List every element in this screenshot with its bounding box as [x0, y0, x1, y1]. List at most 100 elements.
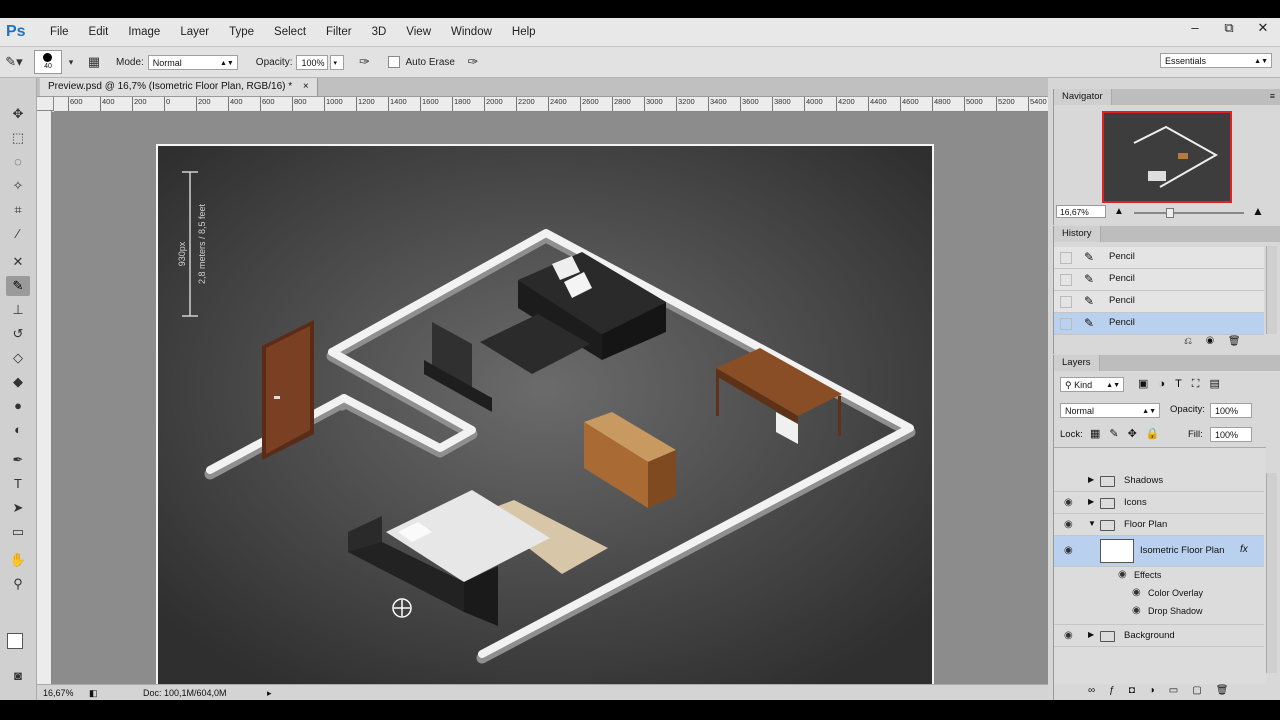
- eye-icon[interactable]: ◉: [1064, 497, 1073, 508]
- pressure-size-icon[interactable]: ✑: [463, 52, 483, 72]
- layer-opacity-input[interactable]: 100%: [1210, 403, 1252, 418]
- camera-snapshot-icon[interactable]: ◉: [1206, 336, 1228, 347]
- navigator-slider-handle[interactable]: [1166, 208, 1174, 218]
- rectangle-tool-icon[interactable]: ▭: [6, 522, 30, 542]
- new-layer-icon[interactable]: ▢: [1192, 685, 1215, 696]
- move-tool-icon[interactable]: ✥: [6, 104, 30, 124]
- path-select-tool-icon[interactable]: ➤: [6, 498, 30, 518]
- menu-window[interactable]: Window: [441, 18, 502, 46]
- healing-tool-icon[interactable]: ✕: [6, 252, 30, 272]
- eraser-tool-icon[interactable]: ◇: [6, 348, 30, 368]
- quick-mask-icon[interactable]: ◙: [6, 666, 30, 686]
- menu-select[interactable]: Select: [264, 18, 316, 46]
- navigator-tab[interactable]: Navigator: [1054, 89, 1112, 105]
- navigator-preview[interactable]: [1102, 111, 1232, 203]
- layers-tab[interactable]: Layers: [1054, 355, 1100, 371]
- navigator-zoom-slider[interactable]: [1134, 212, 1244, 214]
- crop-tool-icon[interactable]: ⌗: [6, 200, 30, 220]
- pressure-opacity-icon[interactable]: ✑: [354, 52, 374, 72]
- menu-filter[interactable]: Filter: [316, 18, 362, 46]
- status-info-icon[interactable]: ◧: [89, 685, 98, 700]
- menu-3d[interactable]: 3D: [362, 18, 397, 46]
- history-scrollbar[interactable]: [1266, 246, 1277, 334]
- quick-select-tool-icon[interactable]: ✧: [6, 176, 30, 196]
- add-style-icon[interactable]: ƒ: [1109, 685, 1129, 696]
- eye-icon[interactable]: ◉: [1064, 630, 1073, 641]
- eye-icon[interactable]: ◉: [1064, 519, 1073, 530]
- brush-preset-picker[interactable]: 40: [34, 50, 62, 74]
- new-group-icon[interactable]: ▭: [1169, 685, 1192, 696]
- layer-group-icons[interactable]: ◉ ▶ Icons: [1054, 492, 1264, 514]
- status-menu-arrow-icon[interactable]: ▸: [267, 685, 272, 700]
- fx-badge[interactable]: fx: [1240, 544, 1248, 555]
- layer-group-background[interactable]: ◉ ▶ Background: [1054, 624, 1264, 647]
- history-item[interactable]: ✎ Pencil: [1054, 291, 1264, 313]
- smart-object-filter-icon[interactable]: ▤: [1210, 378, 1230, 390]
- lock-position-icon[interactable]: ✥: [1128, 428, 1146, 440]
- adjustment-filter-icon[interactable]: ◑: [1158, 378, 1175, 390]
- horizontal-ruler[interactable]: 600 400 200 0 200 400 600 800 1000 1200 1400 1600 18…: [54, 97, 1048, 112]
- lock-transparent-icon[interactable]: ▦: [1090, 428, 1109, 440]
- panel-menu-icon[interactable]: ≡: [1270, 91, 1275, 101]
- menu-help[interactable]: Help: [502, 18, 546, 46]
- effect-drop-shadow-row[interactable]: ◉ Drop Shadow: [1054, 603, 1264, 621]
- new-document-from-state-icon[interactable]: ⎌: [1184, 336, 1206, 347]
- shape-filter-icon[interactable]: ⛶: [1192, 378, 1210, 390]
- paint-bucket-tool-icon[interactable]: ◆: [6, 372, 30, 392]
- fill-input[interactable]: 100%: [1210, 427, 1252, 442]
- eyedropper-tool-icon[interactable]: ⁄: [6, 224, 30, 244]
- blur-tool-icon[interactable]: ●: [6, 396, 30, 416]
- pen-tool-icon[interactable]: ✒: [6, 450, 30, 470]
- history-item[interactable]: ✎ Pencil: [1054, 269, 1264, 291]
- eye-icon[interactable]: ◉: [1132, 605, 1141, 616]
- lock-all-icon[interactable]: 🔒: [1146, 428, 1169, 440]
- zoom-level[interactable]: 16,67%: [43, 685, 74, 700]
- menu-image[interactable]: Image: [118, 18, 170, 46]
- zoom-out-icon[interactable]: ▲: [1114, 206, 1124, 217]
- document-canvas[interactable]: 930px 2,8 meters / 8,5 feet: [52, 112, 1048, 684]
- zoom-in-icon[interactable]: ▲: [1252, 204, 1264, 218]
- layer-group-shadows[interactable]: ▶ Shadows: [1054, 470, 1264, 492]
- opacity-dropdown[interactable]: ▾: [330, 54, 345, 70]
- brush-picker-caret-icon[interactable]: ▾: [66, 52, 76, 72]
- auto-erase-checkbox[interactable]: [388, 56, 401, 68]
- history-snapshot-box[interactable]: [1060, 296, 1072, 308]
- history-snapshot-box[interactable]: [1060, 318, 1072, 330]
- navigator-zoom-input[interactable]: 16,67%: [1056, 205, 1106, 218]
- pencil-tool-preset-icon[interactable]: ✎▾: [4, 52, 24, 72]
- effect-color-overlay-row[interactable]: ◉ Color Overlay: [1054, 585, 1264, 603]
- brush-panel-icon[interactable]: ▦: [84, 52, 104, 72]
- lock-image-icon[interactable]: ✎: [1109, 428, 1127, 440]
- pixel-filter-icon[interactable]: ▣: [1138, 378, 1158, 390]
- history-brush-tool-icon[interactable]: ↺: [6, 324, 30, 344]
- canvas-area[interactable]: 930px 2,8 meters / 8,5 feet: [52, 112, 1048, 684]
- restore-button[interactable]: ⧉: [1212, 18, 1246, 40]
- menu-edit[interactable]: Edit: [79, 18, 119, 46]
- eye-icon[interactable]: ◉: [1118, 569, 1127, 580]
- eye-icon[interactable]: ◉: [1132, 587, 1141, 598]
- opacity-input[interactable]: 100%: [296, 54, 329, 70]
- layer-group-floor-plan[interactable]: ◉ ▼ Floor Plan: [1054, 514, 1264, 536]
- layer-effects-row[interactable]: ◉ Effects: [1054, 567, 1264, 585]
- layers-scrollbar[interactable]: [1266, 473, 1277, 673]
- pencil-tool-icon[interactable]: ✎: [6, 276, 30, 296]
- lasso-tool-icon[interactable]: ◌: [6, 152, 30, 172]
- add-mask-icon[interactable]: ◘: [1129, 685, 1149, 696]
- chevron-right-icon[interactable]: ▶: [1088, 475, 1094, 484]
- ruler-origin[interactable]: [37, 97, 54, 111]
- marquee-tool-icon[interactable]: ⬚: [6, 128, 30, 148]
- chevron-right-icon[interactable]: ▶: [1088, 497, 1094, 506]
- hand-tool-icon[interactable]: ✋: [6, 550, 30, 570]
- close-tab-icon[interactable]: ×: [303, 81, 309, 92]
- document-tab[interactable]: Preview.psd @ 16,7% (Isometric Floor Pla…: [40, 78, 318, 96]
- layer-isometric-floor-plan[interactable]: ◉ Isometric Floor Plan fx: [1054, 536, 1264, 567]
- menu-file[interactable]: File: [40, 18, 79, 46]
- type-tool-icon[interactable]: T: [6, 474, 30, 494]
- history-item-selected[interactable]: ✎ Pencil: [1054, 313, 1264, 335]
- zoom-tool-icon[interactable]: ⚲: [6, 574, 30, 594]
- chevron-down-icon[interactable]: ▼: [1088, 519, 1096, 528]
- foreground-color-swatch[interactable]: [7, 633, 23, 649]
- menu-view[interactable]: View: [396, 18, 441, 46]
- link-layers-icon[interactable]: ∞: [1088, 685, 1109, 696]
- close-button[interactable]: ✕: [1246, 18, 1280, 40]
